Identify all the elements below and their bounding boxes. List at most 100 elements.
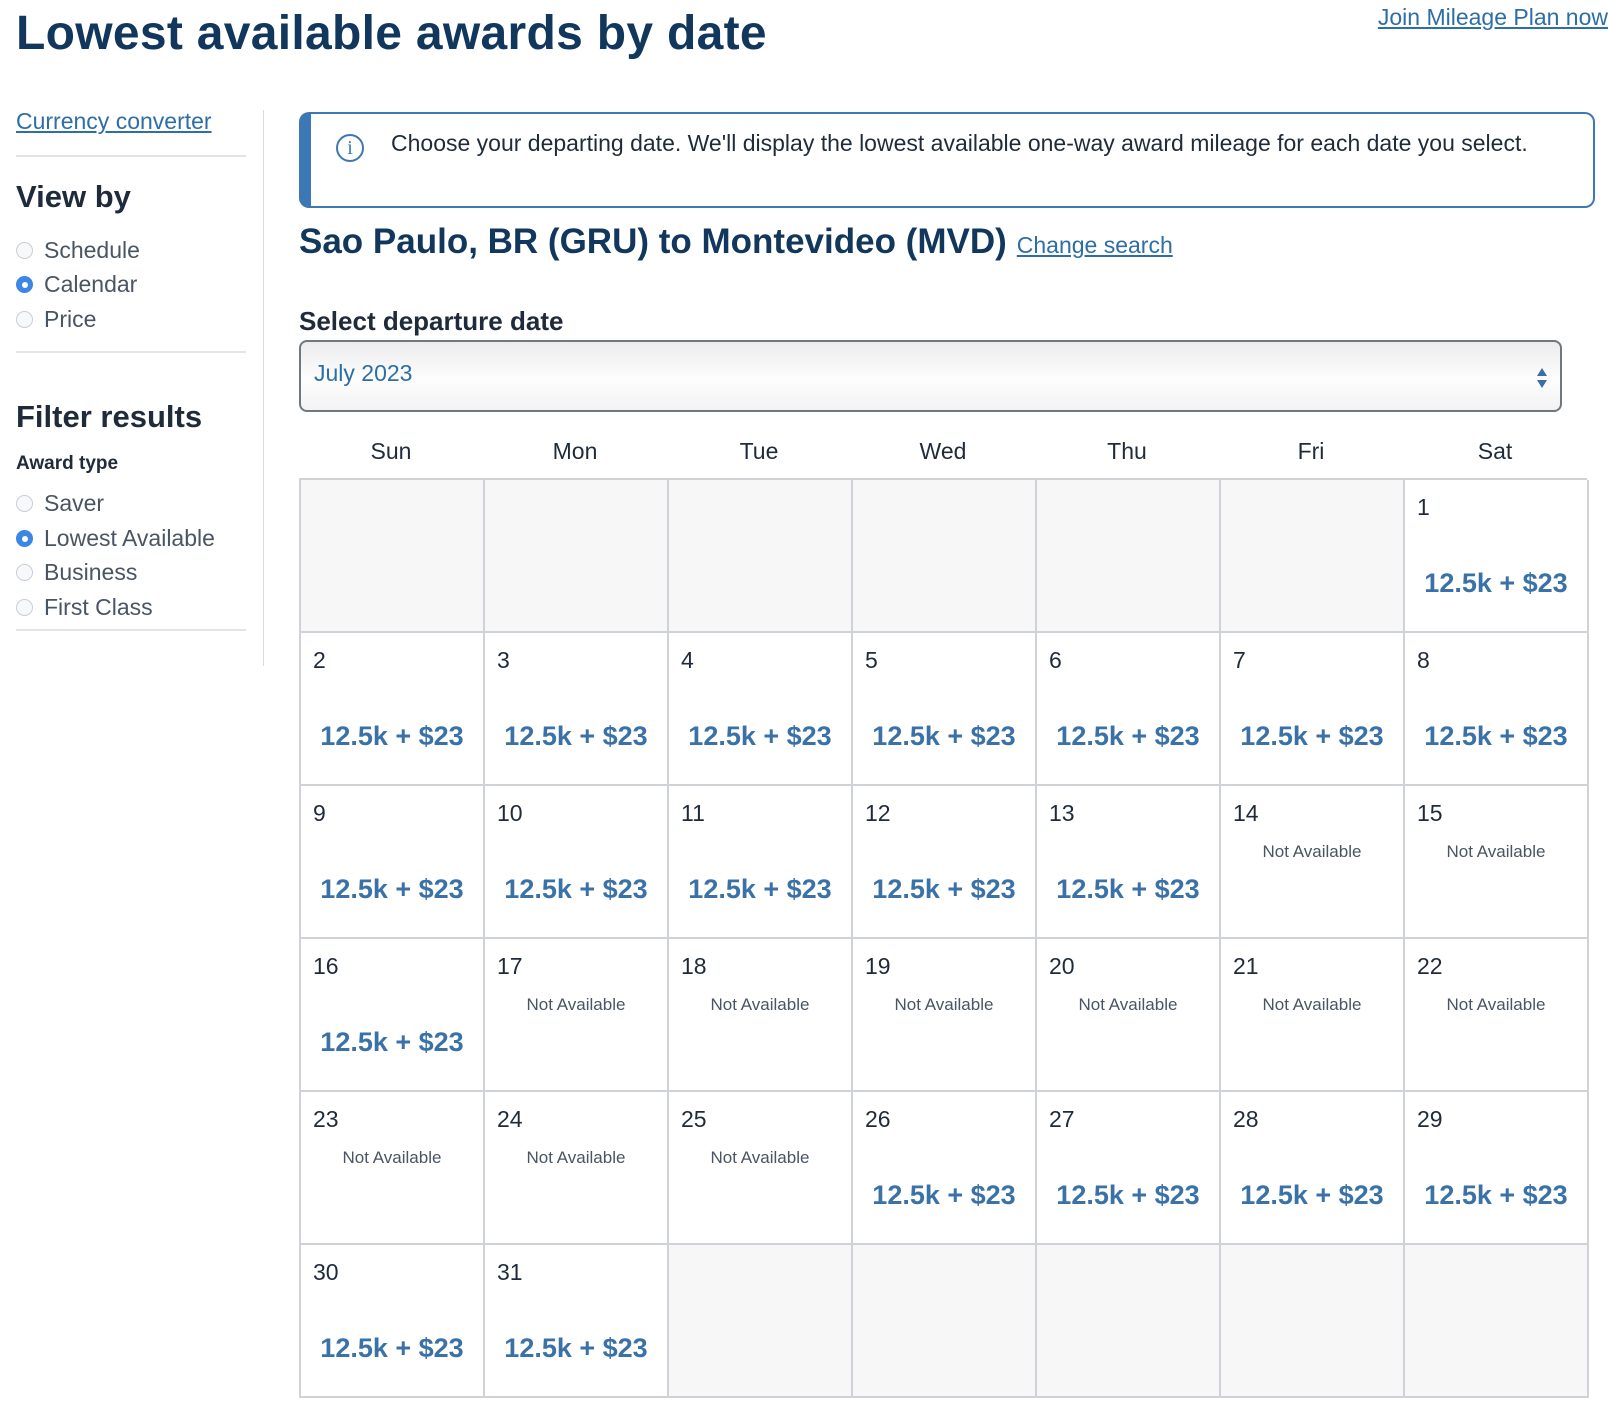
calendar-day-25: 25 Not Available <box>669 1092 853 1245</box>
day-number: 17 <box>497 953 523 979</box>
radio-option-lowest-available[interactable]: Lowest Available <box>16 521 246 556</box>
calendar-day-10[interactable]: 10 12.5k + $23 <box>485 786 669 939</box>
radio-option-saver[interactable]: Saver <box>16 487 246 522</box>
radio-button[interactable] <box>16 276 33 294</box>
day-number: 30 <box>313 1259 339 1285</box>
not-available-label: Not Available <box>710 995 810 1014</box>
calendar-day-30[interactable]: 30 12.5k + $23 <box>301 1245 485 1398</box>
sidebar-divider <box>263 110 264 666</box>
day-number: 20 <box>1049 953 1075 979</box>
day-award-price[interactable]: 12.5k + $23 <box>301 874 483 905</box>
currency-converter-link[interactable]: Currency converter <box>16 108 246 157</box>
not-available-label: Not Available <box>1262 842 1362 861</box>
day-award-price[interactable]: 12.5k + $23 <box>1405 1180 1587 1211</box>
month-select[interactable]: July 2023 <box>299 340 1562 412</box>
day-number: 21 <box>1233 953 1259 979</box>
radio-option-price[interactable]: Price <box>16 302 246 337</box>
weekday-thu: Thu <box>1107 438 1147 464</box>
calendar-day-29[interactable]: 29 12.5k + $23 <box>1405 1092 1589 1245</box>
join-mileage-plan-link[interactable]: Join Mileage Plan now <box>1378 4 1608 31</box>
day-award-price[interactable]: 12.5k + $23 <box>1037 1180 1219 1211</box>
calendar-day-21: 21 Not Available <box>1221 939 1405 1092</box>
day-number: 27 <box>1049 1106 1075 1132</box>
info-text: Choose your departing date. We'll displa… <box>391 130 1528 156</box>
not-available-label: Not Available <box>342 1148 442 1167</box>
radio-button[interactable] <box>16 310 33 328</box>
weekday-mon: Mon <box>552 438 598 464</box>
radio-label: Lowest Available <box>44 524 215 551</box>
calendar-day-16[interactable]: 16 12.5k + $23 <box>301 939 485 1092</box>
calendar-day-13[interactable]: 13 12.5k + $23 <box>1037 786 1221 939</box>
day-award-price[interactable]: 12.5k + $23 <box>485 1333 667 1364</box>
day-award-price[interactable]: 12.5k + $23 <box>669 874 851 905</box>
weekday-wed: Wed <box>919 438 967 464</box>
calendar-day-12[interactable]: 12 12.5k + $23 <box>853 786 1037 939</box>
calendar-day-17: 17 Not Available <box>485 939 669 1092</box>
change-search-link[interactable]: Change search <box>1017 232 1173 258</box>
select-departure-date-label: Select departure date <box>299 306 564 336</box>
day-award-price[interactable]: 12.5k + $23 <box>1405 721 1587 752</box>
radio-button[interactable] <box>16 495 33 513</box>
select-arrows-icon <box>1537 368 1547 388</box>
day-award-price[interactable]: 12.5k + $23 <box>1037 721 1219 752</box>
not-available-label: Not Available <box>1078 995 1178 1014</box>
calendar-day-8[interactable]: 8 12.5k + $23 <box>1405 633 1589 786</box>
calendar-empty-cell <box>1221 480 1405 633</box>
calendar-empty-cell <box>485 480 669 633</box>
calendar-day-7[interactable]: 7 12.5k + $23 <box>1221 633 1405 786</box>
calendar-day-23: 23 Not Available <box>301 1092 485 1245</box>
day-number: 31 <box>497 1259 523 1285</box>
radio-button[interactable] <box>16 598 33 616</box>
day-award-price[interactable]: 12.5k + $23 <box>853 721 1035 752</box>
calendar-day-18: 18 Not Available <box>669 939 853 1092</box>
award-type-radio-group: Saver Lowest Available Business First Class <box>16 487 246 631</box>
weekday-header-row: Sun Mon Tue Wed Thu Fri Sat <box>299 438 1587 465</box>
calendar-day-2[interactable]: 2 12.5k + $23 <box>301 633 485 786</box>
day-number: 29 <box>1417 1106 1443 1132</box>
radio-option-business[interactable]: Business <box>16 556 246 591</box>
radio-option-schedule[interactable]: Schedule <box>16 233 246 268</box>
day-number: 6 <box>1049 647 1062 673</box>
page-title: Lowest available awards by date <box>16 7 767 60</box>
day-award-price[interactable]: 12.5k + $23 <box>485 874 667 905</box>
route-title-text: Sao Paulo, BR (GRU) to Montevideo (MVD) <box>299 222 1007 261</box>
calendar-day-28[interactable]: 28 12.5k + $23 <box>1221 1092 1405 1245</box>
day-award-price[interactable]: 12.5k + $23 <box>1221 721 1403 752</box>
radio-button[interactable] <box>16 564 33 582</box>
calendar-day-3[interactable]: 3 12.5k + $23 <box>485 633 669 786</box>
radio-option-calendar[interactable]: Calendar <box>16 268 246 303</box>
day-award-price[interactable]: 12.5k + $23 <box>853 1180 1035 1211</box>
calendar-day-11[interactable]: 11 12.5k + $23 <box>669 786 853 939</box>
day-award-price[interactable]: 12.5k + $23 <box>1037 874 1219 905</box>
calendar-grid: 1 12.5k + $23 2 12.5k + $23 3 12.5k + $23 4 12.… <box>299 478 1589 1398</box>
radio-button[interactable] <box>16 241 33 259</box>
day-award-price[interactable]: 12.5k + $23 <box>669 721 851 752</box>
radio-label: Business <box>44 559 138 586</box>
calendar-day-4[interactable]: 4 12.5k + $23 <box>669 633 853 786</box>
day-award-price[interactable]: 12.5k + $23 <box>853 874 1035 905</box>
day-number: 24 <box>497 1106 523 1132</box>
day-award-price[interactable]: 12.5k + $23 <box>485 721 667 752</box>
calendar-day-26[interactable]: 26 12.5k + $23 <box>853 1092 1037 1245</box>
calendar-day-9[interactable]: 9 12.5k + $23 <box>301 786 485 939</box>
calendar-day-27[interactable]: 27 12.5k + $23 <box>1037 1092 1221 1245</box>
not-available-label: Not Available <box>526 1148 626 1167</box>
day-award-price[interactable]: 12.5k + $23 <box>301 721 483 752</box>
radio-option-first-class[interactable]: First Class <box>16 590 246 625</box>
radio-label: Price <box>44 305 97 332</box>
calendar-empty-cell <box>1405 1245 1589 1398</box>
radio-button[interactable] <box>16 529 33 547</box>
calendar-day-31[interactable]: 31 12.5k + $23 <box>485 1245 669 1398</box>
calendar-empty-cell <box>853 1245 1037 1398</box>
calendar-day-14: 14 Not Available <box>1221 786 1405 939</box>
day-award-price[interactable]: 12.5k + $23 <box>1405 568 1587 599</box>
day-award-price[interactable]: 12.5k + $23 <box>301 1333 483 1364</box>
not-available-label: Not Available <box>1446 995 1546 1014</box>
day-award-price[interactable]: 12.5k + $23 <box>301 1027 483 1058</box>
calendar-day-5[interactable]: 5 12.5k + $23 <box>853 633 1037 786</box>
day-award-price[interactable]: 12.5k + $23 <box>1221 1180 1403 1211</box>
day-number: 7 <box>1233 647 1246 673</box>
day-number: 14 <box>1233 800 1259 826</box>
calendar-day-6[interactable]: 6 12.5k + $23 <box>1037 633 1221 786</box>
calendar-day-1[interactable]: 1 12.5k + $23 <box>1405 480 1589 633</box>
